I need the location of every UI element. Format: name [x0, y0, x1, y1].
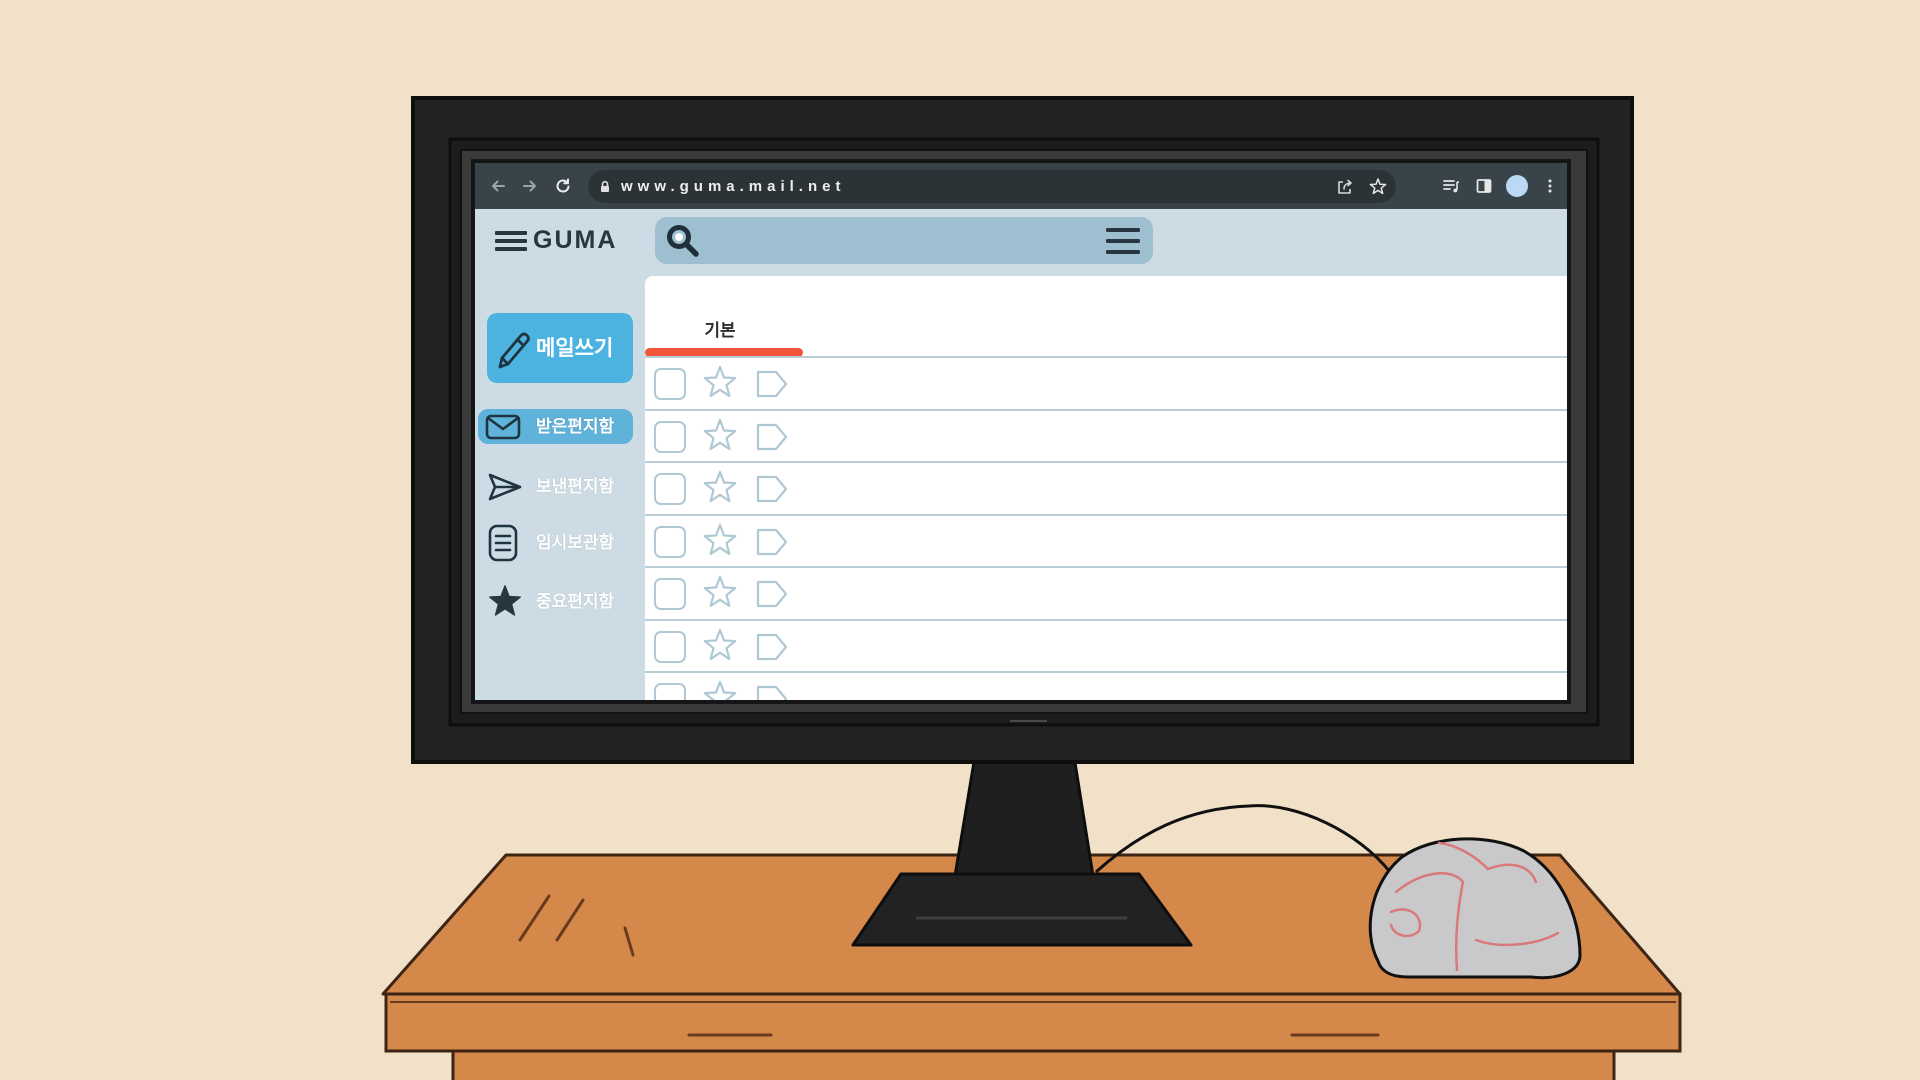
pencil-icon: [498, 332, 530, 369]
star-outline-icon[interactable]: [702, 680, 738, 700]
star-outline-icon[interactable]: [702, 575, 738, 611]
star-outline-icon[interactable]: [702, 628, 738, 664]
reload-icon[interactable]: [554, 177, 572, 195]
row-checkbox[interactable]: [654, 578, 686, 610]
folder-label: 보낸편지함: [536, 477, 615, 496]
bookmark-star-icon[interactable]: [1369, 178, 1387, 196]
folder-label: 받은편지함: [536, 417, 615, 436]
mail-list: [645, 358, 1567, 700]
compose-label: 메일쓰기: [536, 337, 614, 360]
tab-primary[interactable]: 기본: [690, 321, 750, 341]
search-bar[interactable]: [655, 217, 1153, 264]
hamburger-menu-icon[interactable]: [495, 230, 527, 252]
browser-toolbar: www.guma.mail.net: [475, 163, 1567, 209]
folder-sent[interactable]: 보낸편지함: [478, 469, 633, 504]
label-tag-icon[interactable]: [756, 580, 788, 608]
star-outline-icon[interactable]: [702, 470, 738, 506]
compose-button[interactable]: 메일쓰기: [487, 313, 633, 383]
app-logo-text: GUMA: [533, 226, 618, 254]
mail-row[interactable]: [645, 568, 1567, 621]
media-playlist-icon[interactable]: [1442, 177, 1460, 195]
row-checkbox[interactable]: [654, 420, 686, 453]
lock-icon: [601, 180, 609, 192]
row-checkbox[interactable]: [654, 473, 686, 505]
search-icon[interactable]: [665, 223, 701, 259]
label-tag-icon[interactable]: [756, 685, 788, 700]
side-panel-icon[interactable]: [1475, 177, 1493, 195]
url-text: www.guma.mail.net: [621, 178, 846, 195]
label-tag-icon[interactable]: [756, 475, 788, 503]
folder-label: 임시보관함: [536, 533, 615, 552]
mail-row[interactable]: [645, 673, 1567, 700]
share-icon[interactable]: [1336, 178, 1354, 196]
row-checkbox[interactable]: [654, 630, 686, 663]
mail-row[interactable]: [645, 463, 1567, 516]
folder-starred[interactable]: 중요편지함: [478, 584, 633, 619]
row-checkbox[interactable]: [654, 525, 686, 558]
row-checkbox[interactable]: [654, 368, 686, 400]
profile-avatar[interactable]: [1506, 175, 1528, 197]
label-tag-icon[interactable]: [756, 423, 788, 451]
address-bar[interactable]: www.guma.mail.net: [588, 170, 1396, 203]
search-options-icon[interactable]: [1105, 227, 1141, 255]
mail-row[interactable]: [645, 516, 1567, 568]
back-arrow-icon[interactable]: [489, 177, 507, 195]
document-icon: [488, 524, 518, 561]
mail-row[interactable]: [645, 621, 1567, 673]
label-tag-icon[interactable]: [756, 633, 788, 661]
paper-plane-icon: [488, 473, 522, 500]
folder-inbox[interactable]: 받은편지함: [478, 409, 633, 444]
star-outline-icon[interactable]: [702, 523, 738, 559]
star-filled-icon: [489, 584, 521, 616]
label-tag-icon[interactable]: [756, 370, 788, 398]
forward-arrow-icon[interactable]: [521, 177, 539, 195]
monitor-screen: www.guma.mail.net GUMA 메일쓰기 받은편지함 보낸편지함 …: [475, 163, 1567, 700]
row-checkbox[interactable]: [654, 683, 686, 700]
star-outline-icon[interactable]: [702, 365, 738, 401]
folder-drafts[interactable]: 임시보관함: [478, 524, 633, 561]
star-outline-icon[interactable]: [702, 418, 738, 454]
label-tag-icon[interactable]: [756, 528, 788, 556]
mail-row[interactable]: [645, 358, 1567, 411]
mail-list-panel: 기본: [645, 276, 1567, 700]
folder-label: 중요편지함: [536, 592, 615, 611]
mail-row[interactable]: [645, 411, 1567, 463]
envelope-icon: [485, 414, 521, 439]
more-menu-icon[interactable]: [1541, 177, 1559, 195]
